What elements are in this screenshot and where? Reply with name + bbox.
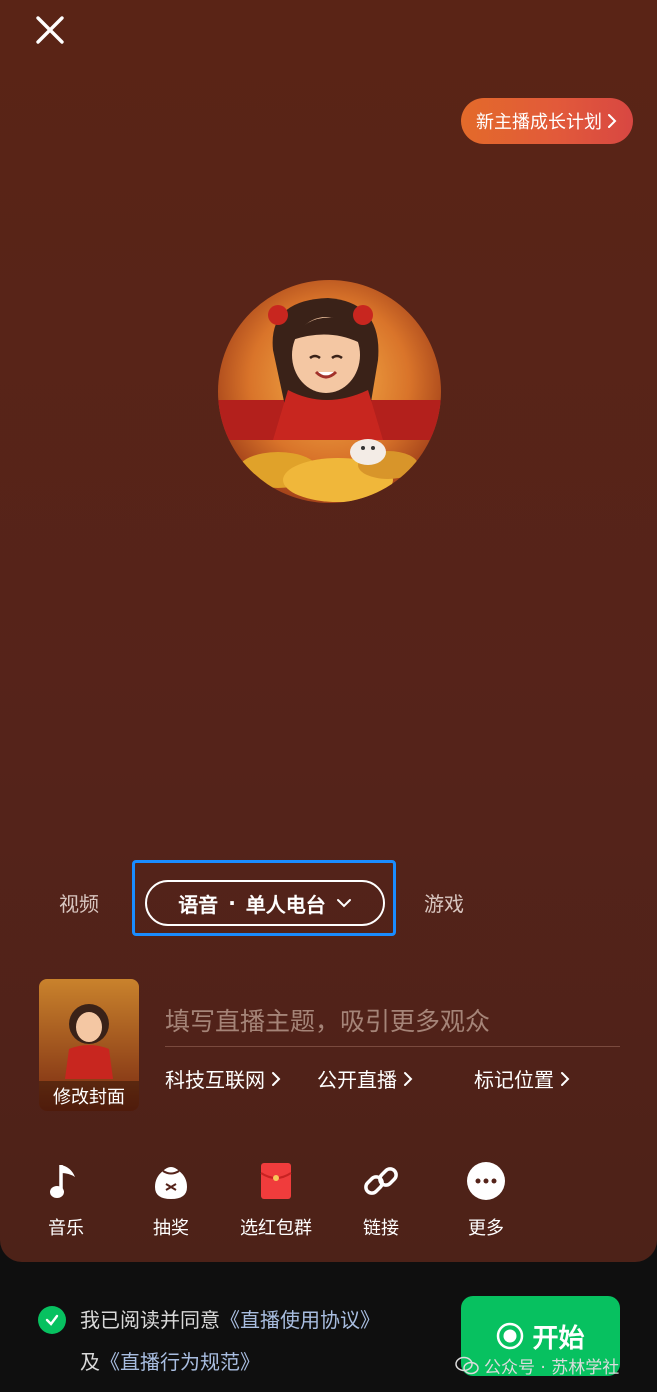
edit-cover-label: 修改封面 [39, 1081, 139, 1111]
growth-plan-button[interactable]: 新主播成长计划 [461, 98, 633, 144]
link-icon [359, 1160, 403, 1202]
terms-link[interactable]: 《直播使用协议》 [220, 1308, 380, 1332]
start-label: 开始 [532, 1323, 585, 1354]
chevron-down-icon [336, 899, 351, 908]
avatar-illustration [218, 280, 441, 503]
agreement-line-2: 及《直播行为规范》 [80, 1346, 260, 1375]
tool-more-label: 更多 [468, 1218, 504, 1239]
tool-music[interactable]: 音乐 [11, 1160, 121, 1240]
tool-red-packet[interactable]: 选红包群 [221, 1160, 331, 1240]
tool-more[interactable]: 更多 [431, 1160, 541, 1240]
watermark-text: 公众号 · 苏林学社 [484, 1358, 620, 1378]
checkbox-checked-icon[interactable] [38, 1306, 66, 1334]
more-icon [464, 1160, 508, 1202]
agreement-conjunction: 及 [80, 1350, 100, 1374]
chevron-right-icon [404, 1071, 413, 1086]
tool-link-label: 链接 [363, 1218, 399, 1239]
watermark: 公众号 · 苏林学社 [455, 1353, 619, 1378]
location-label: 标记位置 [474, 1068, 554, 1092]
tool-lottery-label: 抽奖 [153, 1218, 189, 1239]
rules-link[interactable]: 《直播行为规范》 [100, 1350, 260, 1374]
chevron-right-icon [561, 1071, 570, 1086]
tool-link[interactable]: 链接 [326, 1160, 436, 1240]
category-label: 科技互联网 [165, 1068, 265, 1092]
selected-mode-label: 语音 [178, 892, 219, 917]
agreement-prefix: 我已阅读并同意 [80, 1308, 220, 1332]
record-icon [497, 1322, 524, 1350]
close-button[interactable] [28, 8, 72, 52]
visibility-label: 公开直播 [317, 1068, 397, 1092]
visibility-selector[interactable]: 公开直播 [317, 1064, 413, 1093]
mode-dropdown[interactable]: 语音 · 单人电台 [145, 880, 385, 926]
close-icon [36, 16, 64, 44]
category-selector[interactable]: 科技互联网 [165, 1064, 281, 1093]
chevron-right-icon [608, 114, 617, 128]
music-note-icon [44, 1160, 88, 1202]
topic-input[interactable] [165, 996, 620, 1047]
cover-image[interactable]: 修改封面 [39, 979, 139, 1111]
live-setup-panel: 新主播成长计划 视频 语音 · 单人电台 游戏 修改封面 填写直播主题，吸引更多… [0, 0, 657, 1262]
live-mode-selector: 视频 语音 · 单人电台 游戏 [0, 860, 657, 938]
tab-video[interactable]: 视频 [59, 888, 99, 917]
mode-separator: · [228, 891, 236, 915]
tool-music-label: 音乐 [48, 1218, 84, 1239]
tool-red-packet-label: 选红包群 [240, 1218, 312, 1239]
host-avatar[interactable] [218, 280, 441, 503]
red-packet-icon [254, 1160, 298, 1202]
agreement-line-1: 我已阅读并同意《直播使用协议》 [80, 1304, 380, 1333]
tool-lottery[interactable]: 抽奖 [116, 1160, 226, 1240]
location-selector[interactable]: 标记位置 [474, 1064, 570, 1093]
tab-game[interactable]: 游戏 [424, 888, 464, 917]
wechat-icon [455, 1356, 479, 1374]
growth-plan-label: 新主播成长计划 [476, 112, 602, 133]
selected-sub-mode-label: 单人电台 [245, 892, 326, 917]
chevron-right-icon [272, 1071, 281, 1086]
lottery-bag-icon [149, 1160, 193, 1202]
